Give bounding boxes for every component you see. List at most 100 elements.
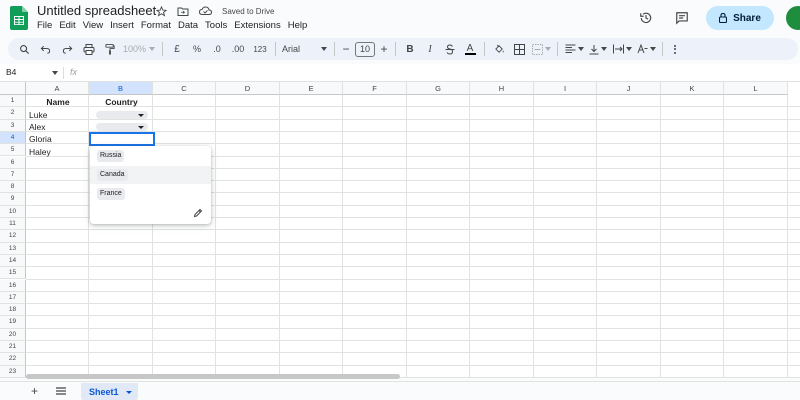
dropdown-option-canada[interactable]: Canada bbox=[90, 166, 211, 184]
more-formats-button[interactable]: 123 bbox=[249, 38, 271, 60]
sheet-tab-sheet1[interactable]: Sheet1 bbox=[81, 383, 138, 400]
text-color-button[interactable]: A bbox=[460, 38, 480, 60]
document-title[interactable]: Untitled spreadsheet bbox=[37, 3, 156, 18]
all-sheets-icon[interactable] bbox=[56, 387, 66, 395]
text-wrapping-icon[interactable] bbox=[610, 38, 634, 60]
cell-a5[interactable]: Haley bbox=[29, 146, 89, 158]
row-header-20[interactable]: 20 bbox=[0, 328, 26, 341]
row-header-21[interactable]: 21 bbox=[0, 341, 26, 354]
add-sheet-button[interactable]: + bbox=[31, 384, 38, 398]
column-header-g[interactable]: G bbox=[407, 82, 470, 95]
currency-format-button[interactable]: £ bbox=[167, 38, 187, 60]
row-header-15[interactable]: 15 bbox=[0, 267, 26, 280]
sheets-logo-icon[interactable] bbox=[10, 6, 28, 30]
strikethrough-icon[interactable] bbox=[440, 38, 460, 60]
row-header-19[interactable]: 19 bbox=[0, 316, 26, 329]
row-header-10[interactable]: 10 bbox=[0, 205, 26, 218]
bold-button[interactable]: B bbox=[400, 38, 420, 60]
font-size-field[interactable]: 10 bbox=[353, 38, 377, 60]
column-header-f[interactable]: F bbox=[343, 82, 407, 95]
row-header-22[interactable]: 22 bbox=[0, 353, 26, 366]
share-button[interactable]: Share bbox=[706, 6, 774, 30]
row-header-11[interactable]: 11 bbox=[0, 218, 26, 231]
zoom-select[interactable]: 100% bbox=[120, 38, 158, 60]
row-header-8[interactable]: 8 bbox=[0, 181, 26, 194]
merge-cells-icon[interactable] bbox=[529, 38, 553, 60]
decrease-font-size-icon[interactable]: − bbox=[339, 38, 353, 60]
menu-data[interactable]: Data bbox=[176, 20, 203, 31]
column-header-e[interactable]: E bbox=[280, 82, 343, 95]
search-menus-icon[interactable] bbox=[14, 38, 34, 60]
percent-format-button[interactable]: % bbox=[187, 38, 207, 60]
menu-extensions[interactable]: Extensions bbox=[232, 20, 285, 31]
borders-icon[interactable] bbox=[509, 38, 529, 60]
row-header-5[interactable]: 5 bbox=[0, 144, 26, 157]
menu-help[interactable]: Help bbox=[286, 20, 313, 31]
more-options-icon[interactable] bbox=[667, 38, 683, 60]
select-all-corner[interactable] bbox=[0, 82, 26, 95]
decrease-decimal-button[interactable]: .0 bbox=[207, 38, 227, 60]
column-header-b[interactable]: B bbox=[89, 82, 153, 95]
undo-icon[interactable] bbox=[34, 38, 56, 60]
row-header-17[interactable]: 17 bbox=[0, 291, 26, 305]
cloud-saved-icon[interactable] bbox=[198, 4, 212, 18]
fill-color-icon[interactable] bbox=[489, 38, 509, 60]
cell-a3[interactable]: Alex bbox=[29, 121, 89, 133]
menu-file[interactable]: File bbox=[35, 20, 57, 31]
name-box[interactable]: B4 bbox=[6, 67, 16, 77]
column-header-l[interactable]: L bbox=[724, 82, 788, 95]
row-header-12[interactable]: 12 bbox=[0, 230, 26, 243]
formula-input[interactable] bbox=[88, 67, 788, 79]
dropdown-option-russia[interactable]: Russia bbox=[90, 147, 211, 165]
menu-tools[interactable]: Tools bbox=[203, 20, 232, 31]
comment-icon[interactable] bbox=[670, 6, 694, 30]
menu-edit[interactable]: Edit bbox=[57, 20, 80, 31]
paint-format-icon[interactable] bbox=[100, 38, 120, 60]
dropdown-option-france[interactable]: France bbox=[90, 185, 211, 203]
move-to-folder-icon[interactable] bbox=[176, 4, 190, 18]
row-header-1[interactable]: 1 bbox=[0, 95, 26, 108]
column-header-c[interactable]: C bbox=[153, 82, 216, 95]
row-header-6[interactable]: 6 bbox=[0, 156, 26, 169]
column-header-k[interactable]: K bbox=[661, 82, 724, 95]
pencil-icon[interactable] bbox=[193, 208, 203, 218]
increase-font-size-icon[interactable]: + bbox=[377, 38, 391, 60]
chevron-down-icon[interactable] bbox=[138, 113, 144, 117]
column-header-i[interactable]: I bbox=[534, 82, 597, 95]
star-icon[interactable] bbox=[154, 4, 168, 18]
chevron-down-icon[interactable] bbox=[138, 125, 144, 129]
increase-decimal-button[interactable]: .00 bbox=[227, 38, 249, 60]
chevron-down-icon[interactable] bbox=[126, 391, 132, 394]
row-header-14[interactable]: 14 bbox=[0, 254, 26, 268]
cell-a2[interactable]: Luke bbox=[29, 109, 89, 121]
row-header-4[interactable]: 4 bbox=[0, 131, 26, 145]
column-header-h[interactable]: H bbox=[470, 82, 534, 95]
italic-button[interactable]: I bbox=[420, 38, 440, 60]
text-rotation-icon[interactable] bbox=[634, 38, 658, 60]
chevron-down-icon[interactable] bbox=[52, 71, 58, 75]
cell-a4[interactable]: Gloria bbox=[29, 133, 89, 145]
vertical-align-icon[interactable] bbox=[586, 38, 610, 60]
avatar[interactable] bbox=[786, 6, 800, 30]
menu-format[interactable]: Format bbox=[139, 20, 176, 31]
selected-cell-b4[interactable] bbox=[89, 132, 155, 146]
column-header-d[interactable]: D bbox=[216, 82, 280, 95]
row-header-9[interactable]: 9 bbox=[0, 193, 26, 206]
redo-icon[interactable] bbox=[56, 38, 78, 60]
horizontal-align-icon[interactable] bbox=[562, 38, 586, 60]
font-family-select[interactable]: Arial bbox=[280, 38, 330, 60]
horizontal-scrollbar[interactable] bbox=[26, 374, 400, 379]
row-header-3[interactable]: 3 bbox=[0, 119, 26, 132]
cell-b1[interactable]: Country bbox=[90, 96, 153, 108]
row-header-23[interactable]: 23 bbox=[0, 365, 26, 378]
column-header-j[interactable]: J bbox=[597, 82, 661, 95]
row-header-16[interactable]: 16 bbox=[0, 279, 26, 292]
row-header-13[interactable]: 13 bbox=[0, 242, 26, 255]
menu-view[interactable]: View bbox=[81, 20, 108, 31]
column-header-a[interactable]: A bbox=[26, 82, 89, 95]
cell-a1[interactable]: Name bbox=[27, 96, 89, 108]
row-header-18[interactable]: 18 bbox=[0, 304, 26, 317]
menu-insert[interactable]: Insert bbox=[108, 20, 139, 31]
row-header-2[interactable]: 2 bbox=[0, 107, 26, 120]
print-icon[interactable] bbox=[78, 38, 100, 60]
